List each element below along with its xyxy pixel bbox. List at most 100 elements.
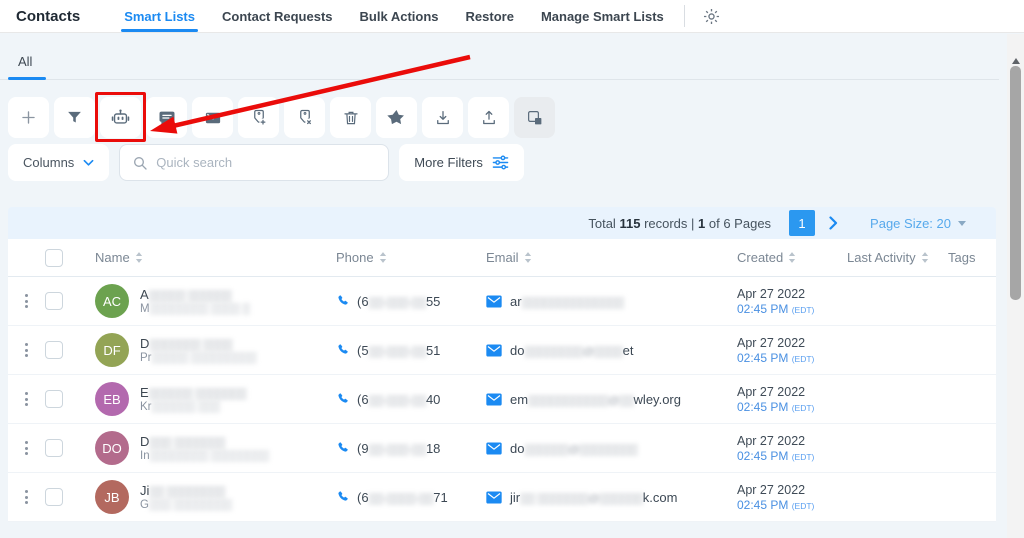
phone-cell[interactable]: (5▒▒-▒▒▒-▒▒51 bbox=[328, 326, 478, 374]
phone-value: (6▒▒-▒▒▒-▒▒40 bbox=[357, 391, 441, 407]
contact-subtitle: In▒▒▒▒▒▒▒▒ ▒▒▒▒▒▒▒▒ bbox=[140, 450, 269, 462]
avatar: JB bbox=[95, 480, 129, 514]
favorite-button[interactable] bbox=[376, 97, 417, 138]
phone-cell[interactable]: (9▒▒-▒▒▒-▒▒18 bbox=[328, 424, 478, 472]
merge-icon bbox=[526, 109, 544, 127]
search-icon bbox=[132, 155, 148, 171]
gear-icon[interactable] bbox=[702, 7, 721, 26]
table-body: AC A▒▒▒▒▒ ▒▒▒▒▒▒ M▒▒▒▒▒▒▒▒ ▒▒▒▒ ▒ (6▒▒-▒… bbox=[8, 277, 996, 522]
tab-contact-requests[interactable]: Contact Requests bbox=[222, 0, 333, 32]
created-time: 02:45 PM (EDT) bbox=[737, 350, 815, 365]
contact-subtitle: G▒▒▒ ▒▒▒▒▒▒▒▒ bbox=[140, 499, 232, 511]
tags-cell bbox=[943, 375, 996, 423]
row-checkbox[interactable] bbox=[45, 341, 63, 359]
select-all-checkbox[interactable] bbox=[45, 248, 63, 267]
tab-all[interactable]: All bbox=[7, 54, 47, 80]
phone-value: (5▒▒-▒▒▒-▒▒51 bbox=[357, 342, 441, 358]
table-row[interactable]: JB Ji▒▒ ▒▒▒▒▒▒▒▒ G▒▒▒ ▒▒▒▒▒▒▒▒ (6▒▒-▒▒▒▒… bbox=[8, 473, 996, 522]
column-header-last-activity[interactable]: Last Activity bbox=[838, 239, 943, 276]
star-icon bbox=[387, 108, 406, 127]
contacts-table: Name Phone Email Created Last Activity T… bbox=[8, 239, 996, 522]
email-cell[interactable]: em▒▒▒▒▒▒▒▒▒▒▒@▒▒wley.org bbox=[478, 375, 728, 423]
contact-name: A▒▒▒▒▒ ▒▒▒▒▒▒ bbox=[140, 287, 232, 302]
send-email-button[interactable] bbox=[192, 97, 233, 138]
vertical-scrollbar[interactable] bbox=[1007, 34, 1024, 538]
import-button[interactable] bbox=[422, 97, 463, 138]
more-filters-button[interactable]: More Filters bbox=[399, 144, 524, 181]
phone-cell[interactable]: (6▒▒-▒▒▒-▒▒55 bbox=[328, 277, 478, 325]
email-cell[interactable]: ar▒▒▒▒▒▒▒▒▒▒▒▒▒▒ bbox=[478, 277, 728, 325]
page-size-dropdown[interactable]: Page Size: 20 bbox=[870, 216, 966, 231]
created-date: Apr 27 2022 bbox=[737, 433, 806, 448]
divider bbox=[683, 5, 685, 27]
add-tag-button[interactable] bbox=[238, 97, 279, 138]
table-row[interactable]: EB E▒▒▒▒▒▒ ▒▒▒▒▒▒▒ Kr▒▒▒▒▒▒ ▒▒▒ (6▒▒-▒▒▒… bbox=[8, 375, 996, 424]
tab-smart-lists[interactable]: Smart Lists bbox=[121, 0, 198, 32]
row-menu-icon[interactable] bbox=[8, 473, 44, 521]
row-menu-icon[interactable] bbox=[8, 326, 44, 374]
phone-icon bbox=[336, 441, 350, 455]
row-checkbox[interactable] bbox=[45, 488, 63, 506]
delete-button[interactable] bbox=[330, 97, 371, 138]
row-checkbox[interactable] bbox=[45, 439, 63, 457]
tab-restore[interactable]: Restore bbox=[466, 0, 514, 32]
name-cell[interactable]: AC A▒▒▒▒▒ ▒▒▒▒▒▒ M▒▒▒▒▒▒▒▒ ▒▒▒▒ ▒ bbox=[88, 277, 328, 325]
last-activity-cell bbox=[838, 277, 943, 325]
table-header: Name Phone Email Created Last Activity T… bbox=[8, 239, 996, 277]
name-cell[interactable]: DO D▒▒▒ ▒▒▒▒▒▒▒ In▒▒▒▒▒▒▒▒ ▒▒▒▒▒▒▒▒ bbox=[88, 424, 328, 472]
filter-button[interactable] bbox=[54, 97, 95, 138]
row-menu-icon[interactable] bbox=[8, 424, 44, 472]
export-button[interactable] bbox=[468, 97, 509, 138]
contact-name: D▒▒▒ ▒▒▒▒▒▒▒ bbox=[140, 434, 225, 449]
column-header-tags[interactable]: Tags bbox=[943, 239, 996, 276]
tab-manage-smart-lists[interactable]: Manage Smart Lists bbox=[541, 0, 664, 32]
next-page-icon[interactable] bbox=[829, 216, 838, 230]
tag-plus-icon bbox=[249, 108, 269, 128]
table-row[interactable]: DO D▒▒▒ ▒▒▒▒▒▒▒ In▒▒▒▒▒▒▒▒ ▒▒▒▒▒▒▒▒ (9▒▒… bbox=[8, 424, 996, 473]
records-summary: Total 115 records | 1 of 6 Pages bbox=[588, 215, 772, 231]
row-menu-icon[interactable] bbox=[8, 375, 44, 423]
avatar: DO bbox=[95, 431, 129, 465]
avatar: DF bbox=[95, 333, 129, 367]
table-row[interactable]: DF D▒▒▒▒▒▒▒ ▒▒▒▒ Pr▒▒▒▒▒ ▒▒▒▒▒▒▒▒▒ (5▒▒-… bbox=[8, 326, 996, 375]
column-header-phone[interactable]: Phone bbox=[328, 239, 478, 276]
row-checkbox[interactable] bbox=[45, 390, 63, 408]
table-row[interactable]: AC A▒▒▒▒▒ ▒▒▒▒▒▒ M▒▒▒▒▒▒▒▒ ▒▒▒▒ ▒ (6▒▒-▒… bbox=[8, 277, 996, 326]
tags-cell bbox=[943, 473, 996, 521]
avatar: AC bbox=[95, 284, 129, 318]
columns-dropdown[interactable]: Columns bbox=[8, 144, 110, 181]
phone-cell[interactable]: (6▒▒-▒▒▒-▒▒40 bbox=[328, 375, 478, 423]
merge-contacts-button[interactable] bbox=[514, 97, 555, 138]
phone-cell[interactable]: (6▒▒-▒▒▒▒-▒▒71 bbox=[328, 473, 478, 521]
created-date: Apr 27 2022 bbox=[737, 384, 806, 399]
created-time: 02:45 PM (EDT) bbox=[737, 497, 815, 512]
name-cell[interactable]: EB E▒▒▒▒▒▒ ▒▒▒▒▒▒▒ Kr▒▒▒▒▒▒ ▒▒▒ bbox=[88, 375, 328, 423]
automation-robot-button[interactable] bbox=[95, 92, 146, 142]
email-cell[interactable]: do▒▒▒▒▒▒▒▒@▒▒▒▒et bbox=[478, 326, 728, 374]
column-header-created[interactable]: Created bbox=[728, 239, 838, 276]
name-cell[interactable]: JB Ji▒▒ ▒▒▒▒▒▒▒▒ G▒▒▒ ▒▒▒▒▒▒▒▒ bbox=[88, 473, 328, 521]
download-icon bbox=[434, 109, 452, 127]
created-cell: Apr 27 2022 02:45 PM (EDT) bbox=[728, 473, 838, 521]
column-header-email[interactable]: Email bbox=[478, 239, 728, 276]
phone-icon bbox=[336, 294, 350, 308]
row-checkbox[interactable] bbox=[45, 292, 63, 310]
columns-label: Columns bbox=[23, 155, 75, 170]
page-button-1[interactable]: 1 bbox=[789, 210, 816, 236]
tags-cell bbox=[943, 326, 996, 374]
search-input[interactable] bbox=[156, 155, 377, 170]
scroll-up-icon[interactable] bbox=[1011, 58, 1020, 64]
email-cell[interactable]: do▒▒▒▒▒▒@▒▒▒▒▒▒▒▒ bbox=[478, 424, 728, 472]
created-time: 02:45 PM (EDT) bbox=[737, 301, 815, 316]
email-cell[interactable]: jir▒▒ ▒▒▒▒▒▒▒@▒▒▒▒▒▒k.com bbox=[478, 473, 728, 521]
scrollbar-thumb[interactable] bbox=[1010, 66, 1021, 300]
name-cell[interactable]: DF D▒▒▒▒▒▒▒ ▒▒▒▒ Pr▒▒▒▒▒ ▒▒▒▒▒▒▒▒▒ bbox=[88, 326, 328, 374]
remove-tag-button[interactable] bbox=[284, 97, 325, 138]
add-contact-button[interactable] bbox=[8, 97, 49, 138]
row-menu-icon[interactable] bbox=[8, 277, 44, 325]
column-header-name[interactable]: Name bbox=[88, 239, 328, 276]
tab-bulk-actions[interactable]: Bulk Actions bbox=[360, 0, 439, 32]
send-sms-button[interactable] bbox=[146, 97, 187, 138]
email-value: ar▒▒▒▒▒▒▒▒▒▒▒▒▒▒ bbox=[510, 293, 624, 309]
chevron-down-icon bbox=[83, 159, 94, 167]
